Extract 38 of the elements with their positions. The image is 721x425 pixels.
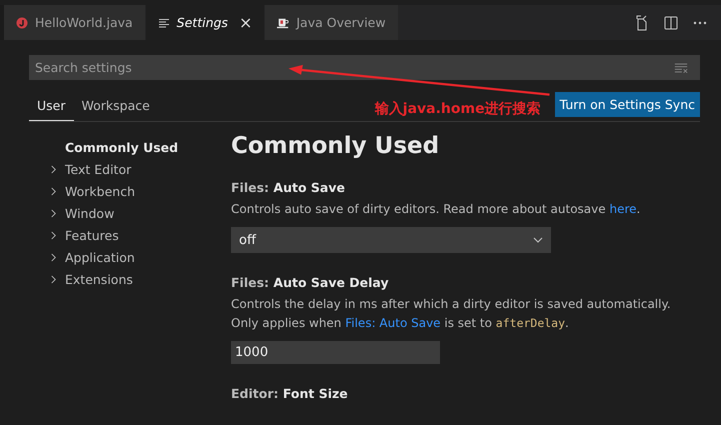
chevron-icon[interactable] — [50, 230, 57, 240]
chevron-icon[interactable] — [50, 164, 57, 174]
list-icon — [158, 16, 170, 28]
coffee-cup-icon — [277, 16, 290, 28]
settings-nav-item[interactable]: Application — [65, 250, 135, 264]
settings-nav-item[interactable]: Features — [65, 228, 119, 242]
setting-link[interactable]: Files: Auto Save — [345, 316, 441, 330]
editor-tab[interactable]: Java Overview — [265, 5, 399, 40]
settings-nav-item[interactable]: Workbench — [65, 184, 135, 198]
setting-title: Files: Auto Save — [231, 180, 346, 195]
chevron-down-icon — [533, 237, 543, 243]
chevron-icon[interactable] — [50, 208, 57, 218]
clear-filter-icon[interactable] — [674, 62, 688, 73]
settings-sync-button[interactable]: Turn on Settings Sync — [554, 92, 700, 116]
editor-tab[interactable]: Settings × — [146, 5, 266, 40]
close-button[interactable]: × — [238, 13, 252, 32]
number-field[interactable]: 1000 — [231, 341, 440, 364]
search-field[interactable]: Search settings — [29, 55, 700, 80]
settings-nav-item[interactable]: Text Editor — [65, 162, 132, 176]
annotation-text: 输入java.home进行搜索 — [374, 100, 541, 118]
settings-nav-item[interactable]: Commonly Used — [65, 140, 178, 154]
settings-scope-tab[interactable]: User — [29, 91, 74, 121]
setting-link[interactable]: here — [609, 202, 637, 216]
settings-nav-item[interactable]: Window — [65, 206, 114, 220]
dropdown[interactable]: off — [231, 227, 551, 253]
chevron-icon[interactable] — [50, 186, 57, 196]
chevron-icon[interactable] — [50, 274, 57, 284]
setting-description: Controls auto save of dirty editors. Read more about autosave here. — [231, 201, 642, 218]
editor-tab[interactable]: HelloWorld.java — [4, 5, 146, 40]
section-heading: Commonly Used — [231, 133, 440, 159]
java-file-icon — [16, 16, 28, 28]
settings-nav-item[interactable]: Extensions — [65, 272, 133, 286]
setting-title: Editor: Font Size — [231, 386, 349, 401]
split-editor-icon[interactable] — [663, 14, 679, 30]
setting-title: Files: Auto Save Delay — [231, 275, 390, 290]
setting-description: Controls the delay in ms after which a dirty editor is saved automatically. Only applies when Files: Auto Save is set to afterDelay. — [231, 296, 672, 332]
settings-scope-tab[interactable]: Workspace — [74, 91, 158, 121]
chevron-icon[interactable] — [50, 252, 57, 262]
